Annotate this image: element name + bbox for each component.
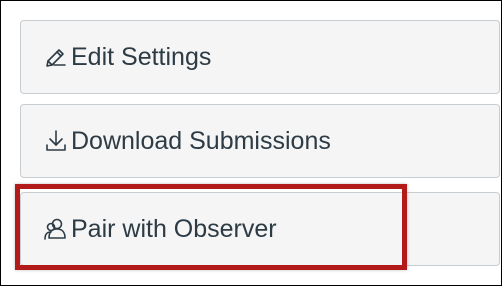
download-submissions-button[interactable]: Download Submissions (20, 104, 500, 178)
download-icon (43, 126, 69, 156)
pair-with-observer-label: Pair with Observer (71, 214, 277, 243)
edit-settings-label: Edit Settings (71, 42, 212, 71)
screenshot-frame: Edit Settings Download Submissions Pair … (0, 0, 502, 286)
pair-with-observer-button[interactable]: Pair with Observer (20, 192, 500, 266)
pencil-icon (43, 42, 69, 72)
user-pair-icon (43, 214, 69, 244)
download-submissions-label: Download Submissions (71, 126, 331, 155)
edit-settings-button[interactable]: Edit Settings (20, 20, 500, 94)
